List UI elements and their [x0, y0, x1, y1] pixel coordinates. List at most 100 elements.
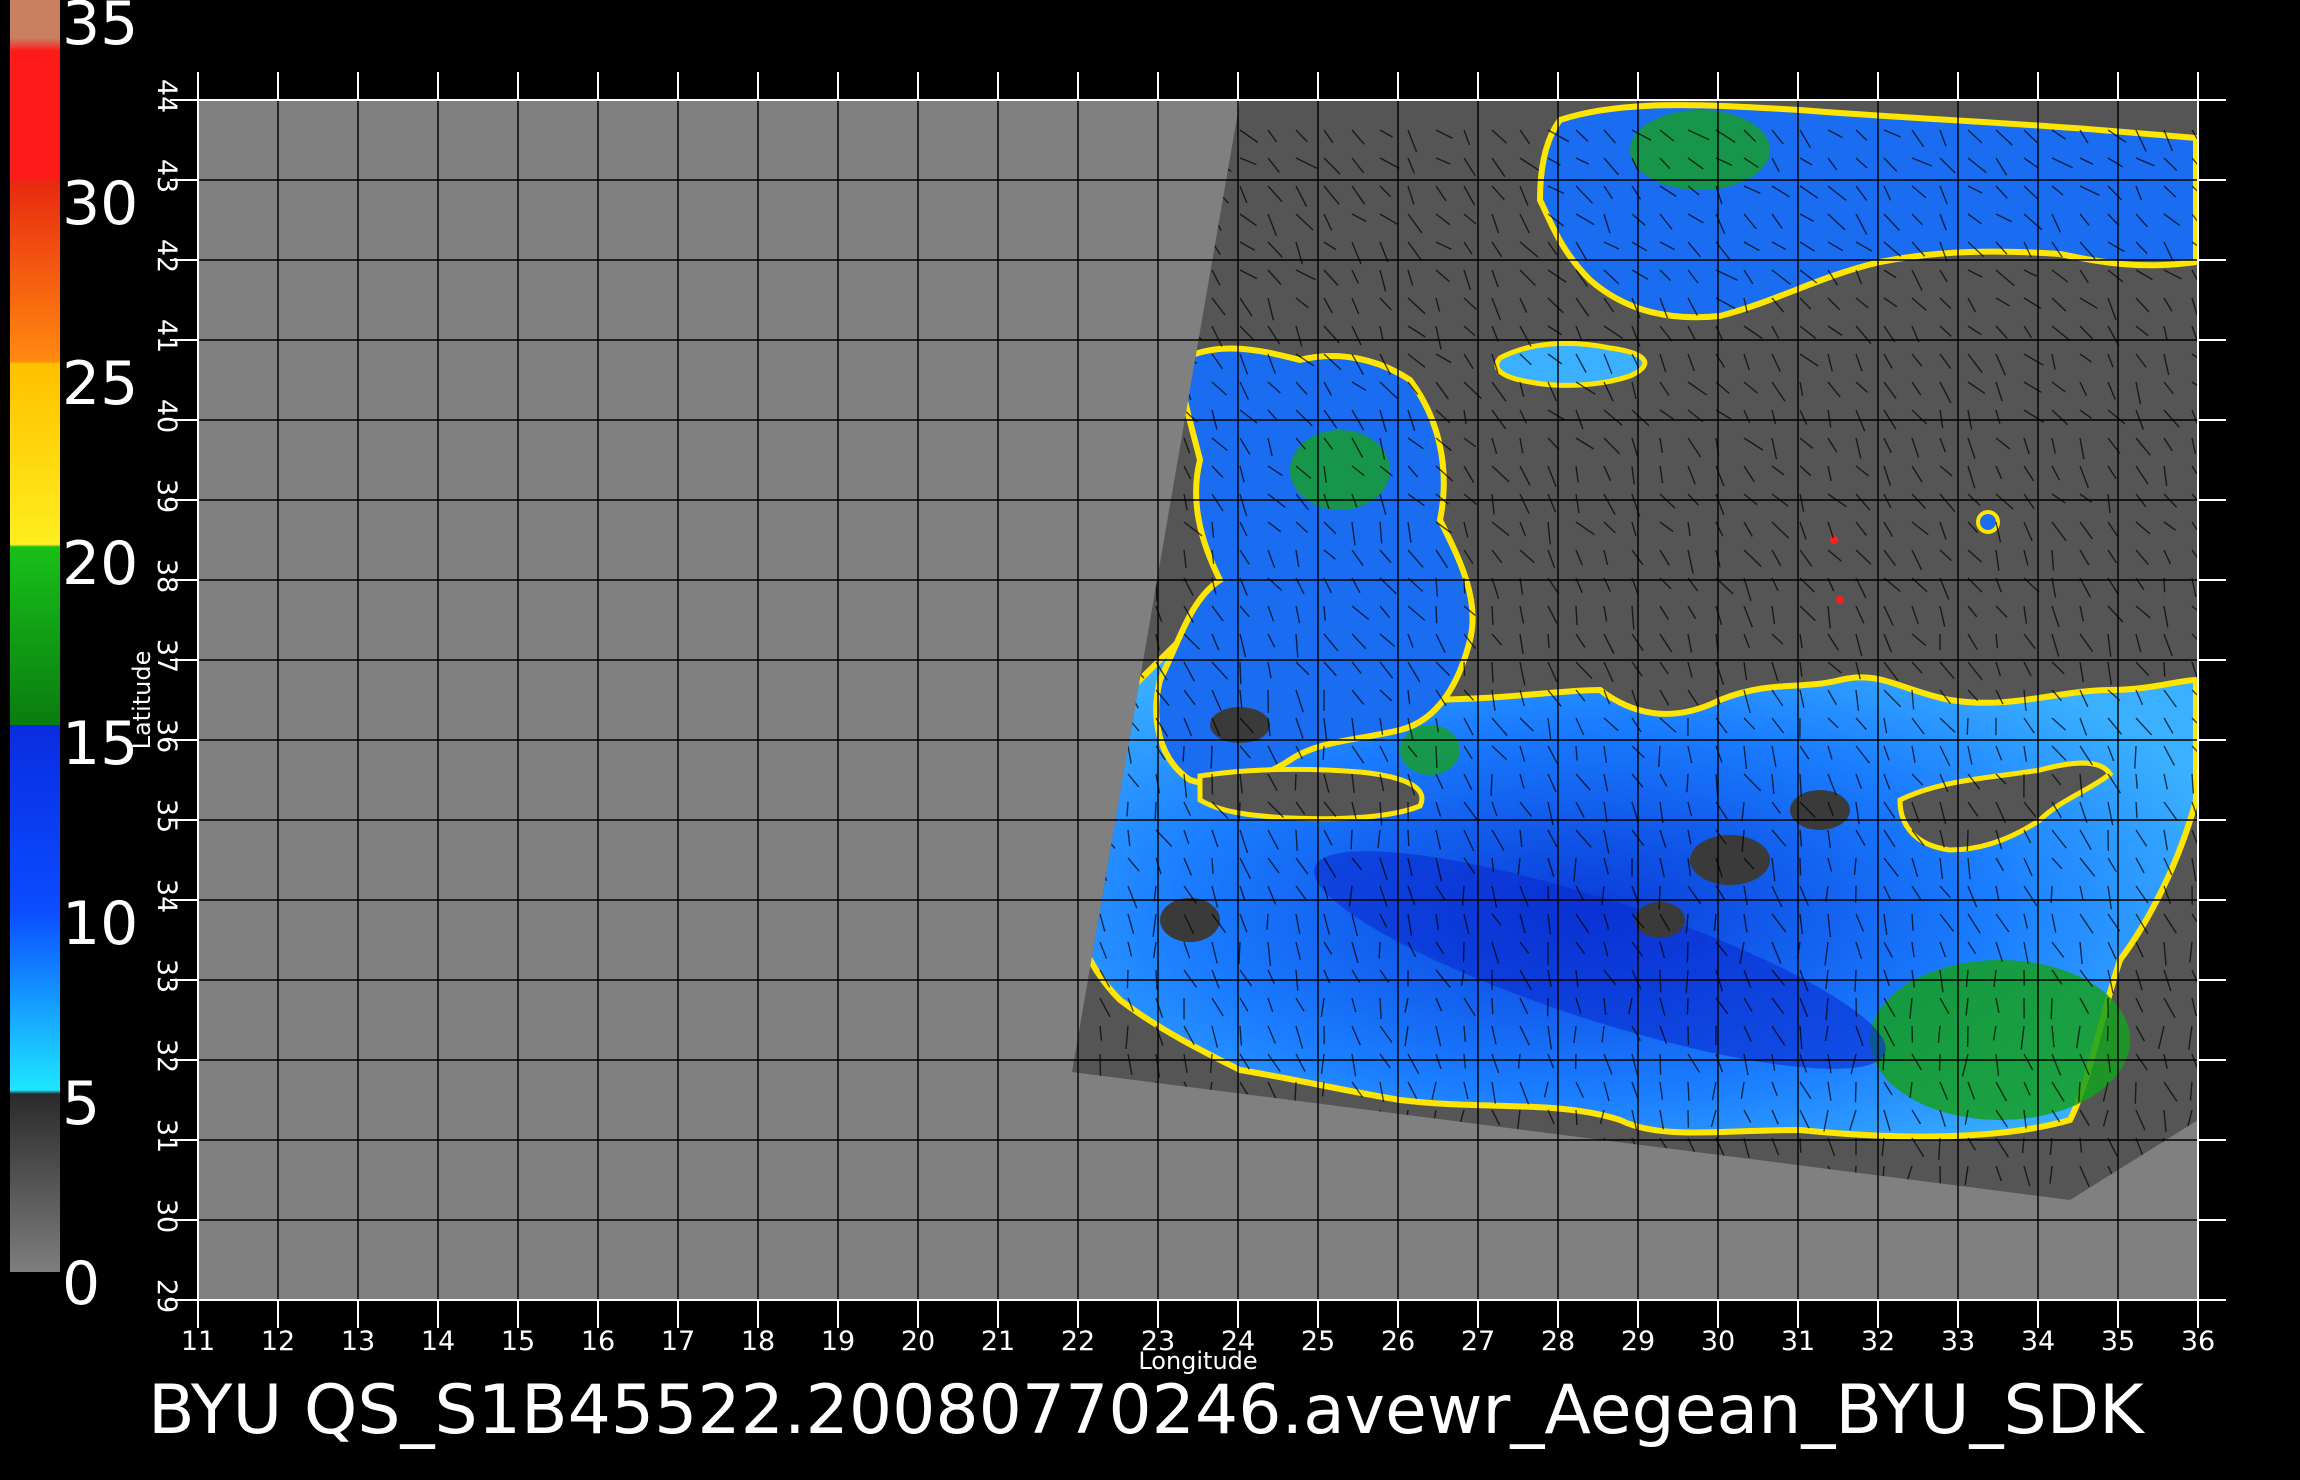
calm-patch-2 — [1210, 707, 1270, 743]
wind-vector — [1938, 1053, 1941, 1071]
wind-vector — [1239, 661, 1242, 685]
wind-vector — [1154, 801, 1157, 820]
wind-vector — [1211, 857, 1214, 874]
wind-vector — [1686, 997, 1689, 1015]
lon-tick-label: 34 — [2021, 1326, 2055, 1357]
wind-vector — [1966, 829, 1969, 852]
wind-vector — [1266, 913, 1269, 930]
wind-vector — [1882, 1053, 1885, 1071]
wind-vector — [2106, 1025, 2109, 1041]
lon-tick-label: 16 — [581, 1326, 615, 1357]
lon-tick-label: 21 — [981, 1326, 1015, 1357]
wind-vector — [2050, 997, 2053, 1020]
lat-tick-label: 29 — [151, 1279, 182, 1313]
small-island — [1836, 596, 1844, 604]
wind-vector — [2163, 661, 2166, 677]
wind-vector — [1126, 801, 1129, 817]
wind-vector — [1659, 969, 1662, 993]
wind-vector — [1491, 605, 1494, 625]
lat-tick-label: 44 — [151, 79, 182, 113]
lon-tick-label: 28 — [1541, 1326, 1575, 1357]
wind-vector — [1322, 745, 1325, 761]
wind-vector — [1407, 829, 1410, 847]
wind-vector — [1462, 941, 1465, 963]
plot-area: 11 12 13 14 15 16 17 18 19 20 21 22 23 24 25 26 27 28 29 30… — [128, 72, 2226, 1375]
lat-tick-label: 34 — [151, 879, 182, 913]
wind-vector — [1182, 745, 1185, 762]
wind-vector — [1575, 1109, 1578, 1126]
lon-tick-label: 29 — [1621, 1326, 1655, 1357]
wind-vector — [1126, 969, 1129, 989]
lon-tick-label: 27 — [1461, 1326, 1495, 1357]
wind-vector — [1687, 1025, 1690, 1046]
lon-tick-label: 32 — [1861, 1326, 1895, 1357]
crete-island — [1197, 766, 1425, 822]
wind-vector — [1435, 605, 1438, 624]
sea-of-marmara — [1494, 340, 1648, 388]
high-wind-patch-black-sea — [1630, 110, 1770, 190]
lon-tick-label: 31 — [1781, 1326, 1815, 1357]
wind-vector — [1210, 745, 1213, 769]
wind-vector — [1966, 717, 1969, 735]
caption: BYU QS_S1B45522.20080770246.avewr_Aegean… — [148, 1371, 2146, 1450]
wind-vector — [1238, 801, 1241, 822]
wind-vector — [2135, 801, 2138, 819]
lon-tick-label: 11 — [181, 1326, 215, 1357]
lon-tick-label: 18 — [741, 1326, 775, 1357]
wind-vector — [1491, 661, 1494, 683]
lat-tick-label: 38 — [151, 559, 182, 593]
high-wind-patch-cyclades — [1400, 725, 1460, 775]
small-island — [1976, 510, 2000, 534]
calm-patch-5 — [1635, 902, 1685, 938]
scatterometer-wind-map: 05101520253035 11 12 13 14 15 16 17 18 1… — [10, 0, 2226, 1450]
wind-vector — [1491, 997, 1494, 1015]
lon-tick-label: 26 — [1381, 1326, 1415, 1357]
colorbar-tick-label: 15 — [62, 709, 138, 779]
colorbar-tick-label: 20 — [62, 529, 138, 599]
wind-vector — [1378, 941, 1381, 959]
calm-patch-1 — [1160, 898, 1220, 942]
colorbar-ticks: 0 5 10 15 20 25 30 35 — [62, 0, 138, 1319]
lon-tick-label: 30 — [1701, 1326, 1735, 1357]
lat-tick-label: 43 — [151, 159, 182, 193]
lon-tick-label: 25 — [1301, 1326, 1335, 1357]
colorbar: 0 5 10 15 20 25 30 35 — [10, 0, 138, 1319]
calm-patch-4 — [1790, 790, 1850, 830]
wind-vector — [1686, 941, 1689, 963]
colorbar-gradient — [10, 0, 60, 1272]
lon-tick-label: 14 — [421, 1326, 455, 1357]
lon-tick-label: 36 — [2181, 1326, 2215, 1357]
wind-vector — [1435, 745, 1438, 769]
lat-tick-label: 32 — [151, 1039, 182, 1073]
lon-tick-label: 15 — [501, 1326, 535, 1357]
lat-tick-label: 33 — [151, 959, 182, 993]
wind-vector — [1658, 885, 1661, 910]
wind-vector — [1463, 661, 1466, 677]
wind-vector — [1799, 857, 1802, 876]
lat-tick-label: 35 — [151, 799, 182, 833]
lat-tick-label: 39 — [151, 479, 182, 513]
wind-vector — [2134, 1081, 2137, 1104]
lon-tick-label: 13 — [341, 1326, 375, 1357]
lon-tick-label: 22 — [1061, 1326, 1095, 1357]
calm-patch-3 — [1690, 835, 1770, 885]
colorbar-tick-label: 35 — [62, 0, 138, 59]
lat-tick-label: 31 — [151, 1119, 182, 1153]
lon-tick-label: 17 — [661, 1326, 695, 1357]
lon-tick-label: 12 — [261, 1326, 295, 1357]
wind-vector — [1687, 1081, 1690, 1101]
wind-vector — [1099, 1053, 1102, 1077]
colorbar-tick-label: 5 — [62, 1069, 100, 1139]
wind-vector — [1294, 773, 1297, 791]
high-wind-patch-aegean — [1290, 430, 1390, 510]
y-axis-title: Latitude — [128, 651, 156, 750]
lat-tick-label: 41 — [151, 319, 182, 353]
lat-tick-label: 30 — [151, 1199, 182, 1233]
colorbar-tick-label: 25 — [62, 349, 138, 419]
colorbar-tick-label: 10 — [62, 889, 138, 959]
lon-tick-label: 19 — [821, 1326, 855, 1357]
wind-vector — [1575, 605, 1578, 626]
small-island — [1830, 536, 1838, 544]
wind-vector — [1659, 1053, 1662, 1076]
lon-tick-label: 33 — [1941, 1326, 1975, 1357]
